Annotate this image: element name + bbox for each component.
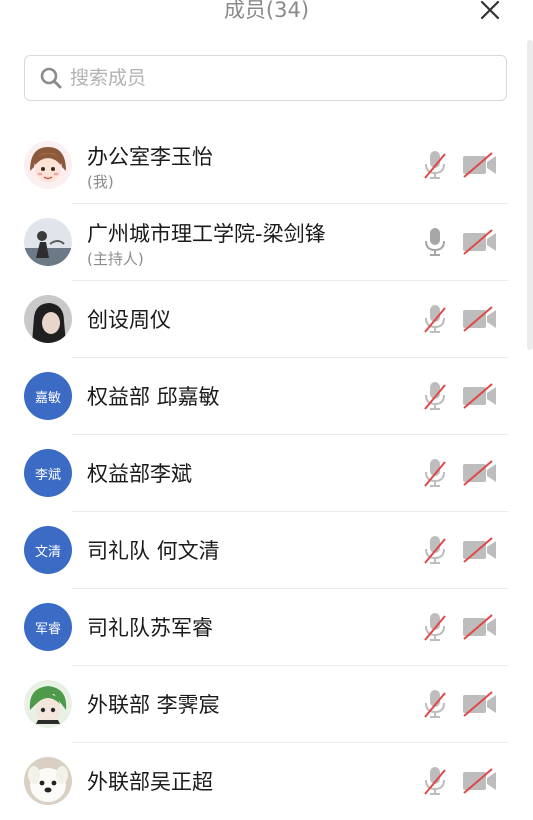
member-role: (我) <box>87 173 114 191</box>
page-title: 成员(34) <box>223 0 310 22</box>
member-name: 权益部 邱嘉敏 <box>87 385 220 409</box>
member-row[interactable]: 广州城市理工学院-梁剑锋 (主持人) <box>0 204 533 281</box>
member-row[interactable]: 军睿 司礼队苏军睿 <box>0 589 533 666</box>
avatar: 军睿 <box>24 603 72 651</box>
member-row[interactable]: 办公室李玉怡 (我) <box>0 127 533 204</box>
member-name: 权益部李斌 <box>87 462 192 486</box>
member-name: 办公室李玉怡 <box>87 145 213 169</box>
mic-muted-icon[interactable] <box>422 303 448 335</box>
mic-muted-icon[interactable] <box>422 457 448 489</box>
avatar <box>24 680 72 728</box>
mic-muted-icon[interactable] <box>422 765 448 797</box>
camera-off-icon[interactable] <box>461 228 499 256</box>
avatar <box>24 757 72 805</box>
member-name: 创设周仪 <box>87 308 171 332</box>
avatar <box>24 141 72 189</box>
avatar: 文清 <box>24 526 72 574</box>
mic-muted-icon[interactable] <box>422 611 448 643</box>
member-name: 外联部 李霁宸 <box>87 693 220 717</box>
mic-muted-icon[interactable] <box>422 380 448 412</box>
mic-muted-icon[interactable] <box>422 688 448 720</box>
camera-off-icon[interactable] <box>461 613 499 641</box>
camera-off-icon[interactable] <box>461 459 499 487</box>
mic-icon[interactable] <box>422 226 448 258</box>
member-row[interactable]: 创设周仪 <box>0 281 533 358</box>
camera-off-icon[interactable] <box>461 305 499 333</box>
member-name: 外联部吴正超 <box>87 770 213 794</box>
camera-off-icon[interactable] <box>461 536 499 564</box>
member-row[interactable]: 外联部吴正超 <box>0 743 533 820</box>
member-row[interactable]: 嘉敏 权益部 邱嘉敏 <box>0 358 533 435</box>
search-icon <box>40 67 62 89</box>
avatar <box>24 218 72 266</box>
member-role: (主持人) <box>87 250 144 268</box>
mic-muted-icon[interactable] <box>422 534 448 566</box>
member-row[interactable]: 文清 司礼队 何文清 <box>0 512 533 589</box>
avatar: 李斌 <box>24 449 72 497</box>
camera-off-icon[interactable] <box>461 382 499 410</box>
member-name: 司礼队 何文清 <box>87 539 220 563</box>
member-row[interactable]: 外联部 李霁宸 <box>0 666 533 743</box>
camera-off-icon[interactable] <box>461 151 499 179</box>
member-name: 司礼队苏军睿 <box>87 616 213 640</box>
member-name: 广州城市理工学院-梁剑锋 <box>87 222 326 246</box>
mic-muted-icon[interactable] <box>422 149 448 181</box>
search-input[interactable] <box>68 66 472 90</box>
member-row[interactable]: 李斌 权益部李斌 <box>0 435 533 512</box>
avatar: 嘉敏 <box>24 372 72 420</box>
camera-off-icon[interactable] <box>461 690 499 718</box>
header: 成员(34) <box>0 0 533 40</box>
camera-off-icon[interactable] <box>461 767 499 795</box>
search-box[interactable] <box>24 55 507 101</box>
close-icon[interactable] <box>476 0 504 24</box>
avatar <box>24 295 72 343</box>
member-list: 办公室李玉怡 (我) 广州城市理工学院-梁剑锋 (主持人) 创设周仪 嘉敏 权益… <box>0 127 533 820</box>
